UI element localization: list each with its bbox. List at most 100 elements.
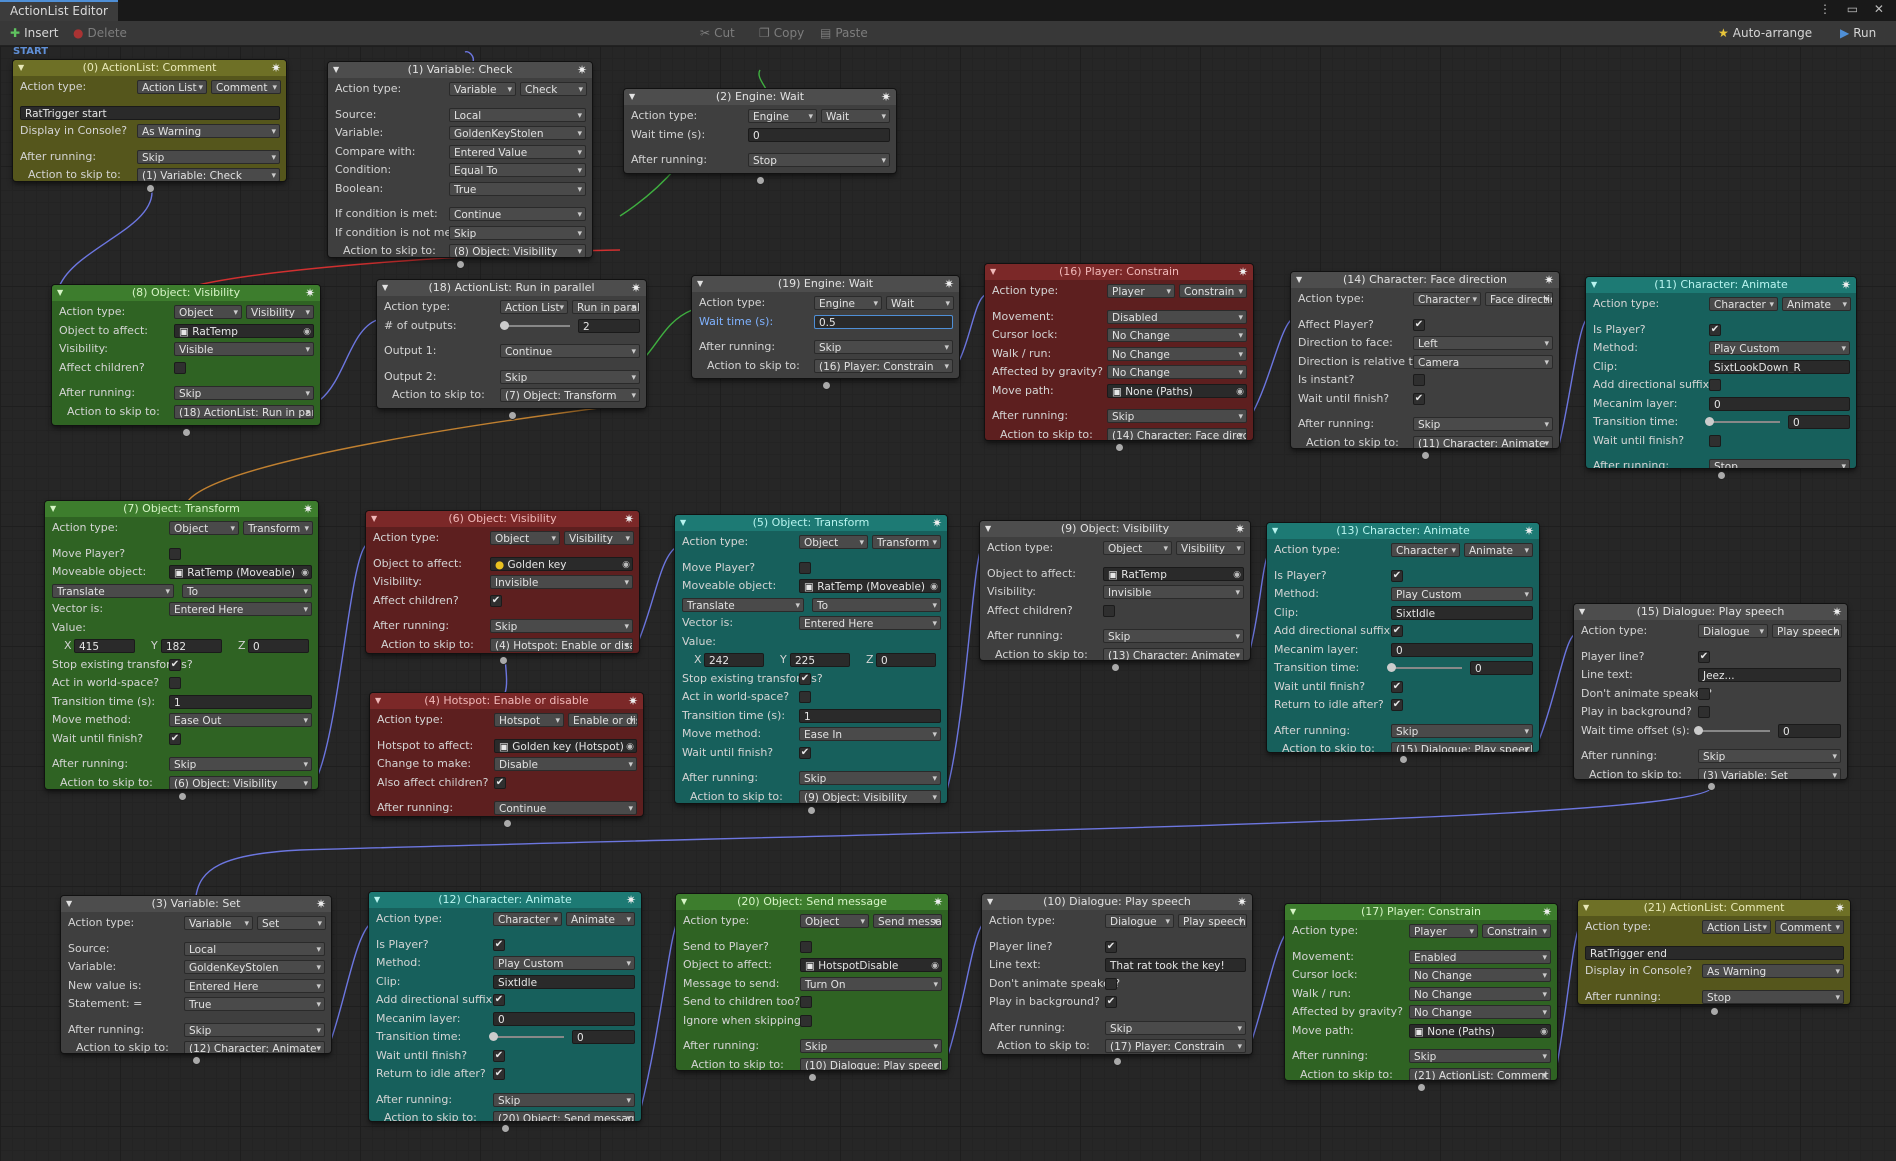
action-node-n8[interactable]: ▼ (8) Object: Visibility ✷ Action type: Obje… [52,285,320,425]
collapse-triangle-icon[interactable]: ▼ [1579,604,1585,620]
dropdown-mode[interactable]: To [182,583,312,598]
dropdown-action-type[interactable]: Wait [886,296,954,310]
gear-icon[interactable]: ✷ [933,894,943,910]
checkbox-don-t-animate-speaker[interactable] [1105,977,1117,990]
dropdown-action-to-skip-to[interactable]: (8) Object: Visibility [449,244,586,257]
slider-knob[interactable] [499,320,509,330]
checkbox-add-directional-suffix[interactable]: ✔ [1391,625,1403,637]
copy-button[interactable]: ❐ Copy [759,24,804,42]
dropdown-action-type[interactable]: Constrain [1482,924,1551,938]
action-node-n20[interactable]: ▼ (20) Object: Send message ✷ Action type: O… [676,894,948,1070]
checkbox-ignore-when-skipping[interactable] [800,1014,812,1027]
checkbox-stop-existing-transforms[interactable]: ✔ [799,672,811,685]
node-header[interactable]: ▼ (5) Object: Transform ✷ [675,515,947,531]
dropdown-mode[interactable]: Translate [682,597,804,612]
dropdown-action-to-skip-to[interactable]: (14) Character: Face direction [1107,427,1247,440]
gear-icon[interactable]: ✷ [631,280,641,296]
dropdown-visibility[interactable]: Invisible [1103,585,1244,599]
collapse-triangle-icon[interactable]: ▼ [990,264,996,280]
dropdown-action-type[interactable]: Object [174,305,242,319]
dropdown-visibility[interactable]: Invisible [490,575,633,589]
checkbox-move-player[interactable] [169,547,181,560]
dropdown-walk-run[interactable]: No Change [1107,346,1247,361]
cut-button[interactable]: ✂ Cut [700,24,735,42]
node-header[interactable]: ▼ (12) Character: Animate ✷ [369,892,641,908]
checkbox-wait-until-finish[interactable]: ✔ [1391,680,1403,693]
dropdown-after-running[interactable]: Skip [800,1039,942,1053]
collapse-triangle-icon[interactable]: ▼ [987,894,993,910]
gear-icon[interactable]: ✷ [1841,277,1851,293]
action-node-n14[interactable]: ▼ (14) Character: Face direction ✷ Action t… [1291,272,1559,448]
collapse-triangle-icon[interactable]: ▼ [57,285,63,301]
dropdown-action-type[interactable]: Visibility [1176,541,1245,555]
node-header[interactable]: ▼ (16) Player: Constrain ✷ [985,264,1253,280]
gear-icon[interactable]: ✷ [316,896,326,912]
slider-value-field[interactable]: 0 [1470,661,1533,675]
node-header[interactable]: ▼ (3) Variable: Set ✷ [61,896,331,912]
collapse-triangle-icon[interactable]: ▼ [1583,900,1589,916]
node-header[interactable]: ▼ (6) Object: Visibility ✷ [366,511,639,527]
dropdown-display-in-console[interactable]: As Warning [137,124,280,138]
dropdown-action-to-skip-to[interactable]: (17) Player: Constrain [1105,1039,1246,1053]
dropdown-action-type[interactable]: Dialogue [1698,624,1768,638]
dropdown-change-to-make[interactable]: Disable [494,757,637,771]
dropdown-direction-is-relative-to[interactable]: Camera [1413,354,1553,369]
checkbox-add-directional-suffix[interactable] [1709,379,1721,391]
action-node-n21[interactable]: ▼ (21) ActionList: Comment ✷ Action type: Ac… [1578,900,1850,1004]
dropdown-action-to-skip-to[interactable]: (16) Player: Constrain [814,358,953,373]
dropdown-action-to-skip-to[interactable]: (1) Variable: Check [137,168,280,181]
dropdown-action-to-skip-to[interactable]: (9) Object: Visibility [799,789,941,803]
dropdown-affected-by-gravity[interactable]: No Change [1107,365,1247,379]
dropdown-method[interactable]: Play Custom [1391,587,1533,601]
paste-button[interactable]: ▤ Paste [820,24,868,42]
dropdown-action-type[interactable]: Character [1413,292,1481,306]
gear-icon[interactable]: ✷ [1544,272,1554,288]
checkbox-add-directional-suffix[interactable]: ✔ [493,994,505,1006]
dropdown-after-running[interactable]: Skip [184,1022,325,1037]
slider-track[interactable] [1694,725,1770,735]
dropdown-action-type[interactable]: Engine [814,296,882,310]
output-port[interactable] [502,1125,509,1132]
node-header[interactable]: ▼ (19) Engine: Wait ✷ [692,276,959,292]
delete-button[interactable]: ● Delete [73,24,127,42]
dropdown-display-in-console[interactable]: As Warning [1702,964,1844,978]
collapse-triangle-icon[interactable]: ▼ [371,511,377,527]
output-port[interactable] [1400,756,1407,763]
action-node-n6[interactable]: ▼ (6) Object: Visibility ✷ Action type: Obje… [366,511,639,653]
node-header[interactable]: ▼ (20) Object: Send message ✷ [676,894,948,910]
dropdown-action-to-skip-to[interactable]: (7) Object: Transform [500,388,640,402]
action-node-n13[interactable]: ▼ (13) Character: Animate ✷ Action type: Cha… [1267,523,1539,752]
dropdown-after-running[interactable]: Skip [493,1092,635,1107]
dropdown-action-type[interactable]: Hotspot [494,713,564,727]
action-node-n15[interactable]: ▼ (15) Dialogue: Play speech ✷ Action type:… [1574,604,1847,779]
dropdown-action-type[interactable]: Object [800,914,869,928]
dropdown-action-type[interactable]: Comment [1775,920,1844,934]
gear-icon[interactable]: ✷ [1832,604,1842,620]
dropdown-action-type[interactable]: Visibility [246,305,314,319]
object-field-object-to-affect[interactable]: ▣ HotspotDisable [800,958,942,972]
dropdown-statement[interactable]: True [184,997,325,1011]
dropdown-after-running[interactable]: Skip [814,340,953,354]
collapse-triangle-icon[interactable]: ▼ [374,892,380,908]
dropdown-source[interactable]: Local [449,107,586,122]
dropdown-action-type[interactable]: Transform [243,521,313,535]
gear-icon[interactable]: ✷ [305,285,315,301]
action-node-n16[interactable]: ▼ (16) Player: Constrain ✷ Action type: Play… [985,264,1253,440]
dropdown-after-running[interactable]: Skip [1103,629,1244,643]
dropdown-action-type[interactable]: Player [1107,284,1175,298]
dropdown-after-running[interactable]: Stop [748,153,890,167]
checkbox-affect-children[interactable] [1103,604,1115,617]
dropdown-after-running[interactable]: Skip [490,619,633,633]
auto-arrange-button[interactable]: ★ Auto-arrange [1718,24,1812,42]
text-field-line-text[interactable]: Jeez... [1698,668,1841,682]
action-node-n2[interactable]: ▼ (2) Engine: Wait ✷ Action type: Engine Wait… [624,89,896,173]
slider-track[interactable] [1387,663,1462,672]
dropdown-after-running[interactable]: Skip [169,757,312,771]
collapse-triangle-icon[interactable]: ▼ [382,280,388,296]
checkbox-wait-until-finish[interactable] [1709,434,1721,447]
checkbox-is-player[interactable]: ✔ [493,938,505,951]
collapse-triangle-icon[interactable]: ▼ [375,693,381,709]
dropdown-action-type[interactable]: Animate [1464,543,1533,557]
dropdown-mode[interactable]: To [812,597,941,612]
output-port[interactable] [1422,452,1429,459]
